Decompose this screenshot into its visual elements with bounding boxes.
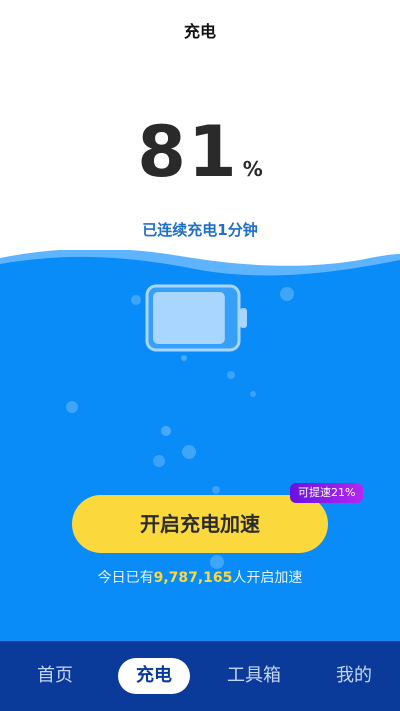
bubble [227, 371, 235, 379]
bubble [161, 426, 171, 436]
tab-toolbox[interactable]: 工具箱 [218, 658, 290, 694]
accelerate-charging-button[interactable]: 开启充电加速 [72, 495, 328, 553]
tab-home[interactable]: 首页 [27, 658, 83, 694]
today-users-text: 今日已有9,787,165人开启加速 [0, 567, 400, 587]
today-user-count: 9,787,165 [153, 570, 233, 586]
bubble [250, 391, 256, 397]
bubble [182, 445, 196, 459]
charging-screen: 充电 81% 已连续充电1分钟 开启充电加速 可提速21% 今日已有9,787,… [0, 0, 400, 711]
battery-percent: 81% [0, 112, 400, 192]
battery-percent-unit: % [242, 157, 263, 181]
tab-charging[interactable]: 充电 [118, 658, 190, 694]
today-prefix: 今日已有 [97, 570, 154, 586]
bottom-tab-bar: 首页 充电 工具箱 我的 [0, 641, 400, 711]
bubble [153, 455, 165, 467]
battery-percent-value: 81 [137, 111, 239, 193]
page-title: 充电 [183, 22, 216, 41]
battery-fill [153, 292, 225, 344]
tab-mine[interactable]: 我的 [326, 658, 382, 694]
battery-icon [145, 284, 247, 352]
bubble [131, 295, 141, 305]
charging-duration-text: 已连续充电1分钟 [142, 221, 258, 239]
boost-badge: 可提速21% [290, 483, 364, 503]
today-suffix: 人开启加速 [232, 570, 303, 586]
bubble [66, 401, 78, 413]
bubble [280, 287, 294, 301]
bubble [181, 355, 187, 361]
bubble [212, 486, 220, 494]
